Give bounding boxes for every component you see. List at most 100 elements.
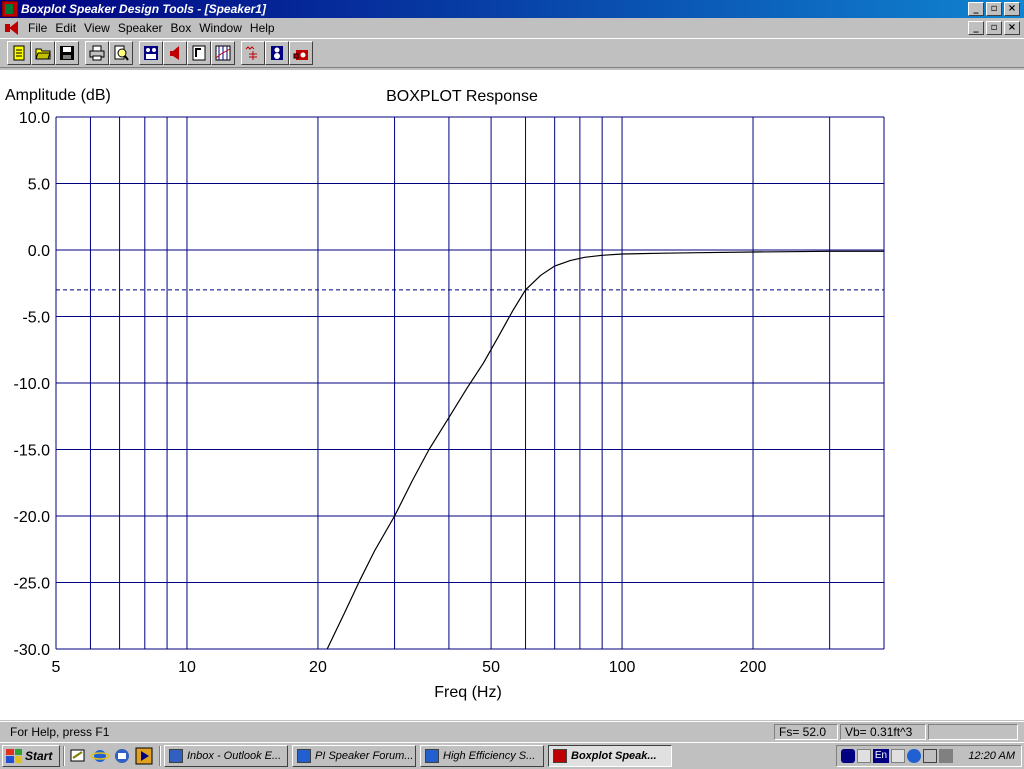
status-help-text: For Help, press F1 [10, 724, 110, 739]
new-button[interactable] [7, 41, 31, 65]
title-bar: Boxplot Speaker Design Tools - [Speaker1… [0, 0, 1024, 18]
doc-minimize-button[interactable]: _ [968, 21, 984, 35]
shield-icon[interactable] [841, 748, 855, 763]
speaker-doc-icon[interactable] [4, 20, 20, 36]
export-icon [192, 45, 206, 61]
x-tick-label: 5 [52, 659, 61, 676]
system-tray: En 12:20 AM [836, 744, 1022, 767]
quicklaunch-media[interactable] [134, 746, 154, 766]
y-tick-label: -20.0 [14, 509, 51, 526]
volume-icon[interactable] [891, 748, 905, 763]
box-design-button[interactable] [265, 41, 289, 65]
graph-button[interactable] [211, 41, 235, 65]
x-tick-label: 20 [309, 659, 327, 676]
response-chart-panel: 10.0 5.0 0.0 -5.0 -10.0 -15.0 -20.0 -25.0 -30.0 5… [0, 70, 1024, 720]
menu-view[interactable]: View [80, 21, 114, 35]
minimize-button[interactable]: _ [968, 2, 984, 16]
task-label: Boxplot Speak... [571, 749, 657, 762]
task-label: PI Speaker Forum... [315, 749, 414, 762]
y-tick-label: -15.0 [14, 443, 51, 460]
boxplot-app-icon [553, 748, 567, 763]
crossover-icon [245, 46, 257, 60]
print-button[interactable] [85, 41, 109, 65]
response-chart: 10.05.00.0-5.0-10.0-15.0-20.0-25.0-30.05… [5, 87, 885, 701]
floppy-icon [60, 46, 74, 60]
print-preview-button[interactable] [109, 41, 133, 65]
app-icon[interactable] [2, 1, 18, 17]
task-label: High Efficiency S... [443, 749, 536, 762]
doc-close-button[interactable]: × [1004, 21, 1020, 35]
save-button[interactable] [55, 41, 79, 65]
fs-readout: Fs= 52.0 [774, 723, 838, 740]
menu-file[interactable]: File [24, 21, 51, 35]
y-tick-label: -25.0 [14, 576, 51, 593]
y-tick-label: -10.0 [14, 376, 51, 393]
restore-button[interactable]: ▫ [986, 2, 1002, 16]
window-controls: _ ▫ × [968, 2, 1020, 16]
x-tick-label: 100 [609, 659, 636, 676]
box-design-icon [271, 46, 283, 60]
taskbar: Start Inbox - Outlook E... PI Speaker Fo… [0, 742, 1024, 768]
globe-icon[interactable] [907, 748, 921, 763]
chart-title: BOXPLOT Response [386, 88, 538, 105]
media-player-icon [135, 747, 153, 764]
task-outlook-inbox[interactable]: Inbox - Outlook E... [164, 744, 288, 767]
x-tick-label: 10 [178, 659, 196, 676]
task-high-efficiency[interactable]: High Efficiency S... [420, 744, 544, 767]
x-axis-label: Freq (Hz) [434, 684, 502, 701]
status-bar: For Help, press F1 Fs= 52.0 Vb= 0.31ft^3 [0, 721, 1024, 741]
quicklaunch-desktop[interactable] [68, 746, 88, 766]
vb-readout: Vb= 0.31ft^3 [840, 723, 926, 740]
outlook-icon [169, 748, 183, 763]
printer-icon [89, 45, 105, 61]
y-tick-label: -30.0 [14, 642, 51, 659]
y-tick-label: 0.0 [28, 243, 50, 260]
start-button[interactable]: Start [2, 744, 60, 767]
language-indicator[interactable]: En [873, 748, 889, 763]
speaker-params-icon [144, 46, 158, 60]
document-window-controls: _ ▫ × [968, 21, 1020, 35]
menu-box[interactable]: Box [167, 21, 196, 35]
menu-window[interactable]: Window [195, 21, 246, 35]
window-title: Boxplot Speaker Design Tools - [Speaker1… [21, 2, 266, 16]
export-button[interactable] [187, 41, 211, 65]
close-button[interactable]: × [1004, 2, 1020, 16]
outlook-icon [115, 748, 129, 763]
crossover-button[interactable] [241, 41, 265, 65]
quicklaunch-browser[interactable] [90, 746, 110, 766]
ie-icon [297, 748, 311, 763]
magnifier-icon [114, 45, 129, 61]
show-desktop-icon [70, 749, 85, 761]
menu-help[interactable]: Help [246, 21, 279, 35]
monitor-icon[interactable] [939, 748, 953, 763]
task-boxplot[interactable]: Boxplot Speak... [548, 744, 672, 767]
clock: 12:20 AM [968, 749, 1015, 762]
task-speaker-forum[interactable]: PI Speaker Forum... [292, 744, 416, 767]
speaker-button[interactable] [163, 41, 187, 65]
new-file-icon [13, 45, 25, 61]
menu-speaker[interactable]: Speaker [114, 21, 167, 35]
response-curve [326, 250, 884, 650]
menu-bar: File Edit View Speaker Box Window Help _… [0, 19, 1024, 37]
start-label: Start [25, 748, 53, 763]
display-icon[interactable] [923, 748, 937, 763]
doc-restore-button[interactable]: ▫ [986, 21, 1002, 35]
task-label: Inbox - Outlook E... [187, 749, 282, 762]
speaker-icon [170, 46, 179, 60]
menu-edit[interactable]: Edit [51, 21, 80, 35]
enclosure-button[interactable] [289, 41, 313, 65]
status-extra-pane [928, 723, 1018, 740]
x-tick-label: 200 [740, 659, 767, 676]
windows-logo-icon [6, 748, 22, 763]
ie-icon [425, 748, 439, 763]
x-tick-label: 50 [482, 659, 500, 676]
quicklaunch-outlook[interactable] [112, 746, 132, 766]
toolbar [0, 38, 1024, 68]
speaker-params-button[interactable] [139, 41, 163, 65]
y-tick-label: 5.0 [28, 177, 50, 194]
enclosure-icon [293, 50, 308, 60]
open-button[interactable] [31, 41, 55, 65]
y-tick-label: -5.0 [22, 310, 50, 327]
graph-icon [215, 45, 231, 61]
network-icon[interactable] [857, 748, 871, 763]
